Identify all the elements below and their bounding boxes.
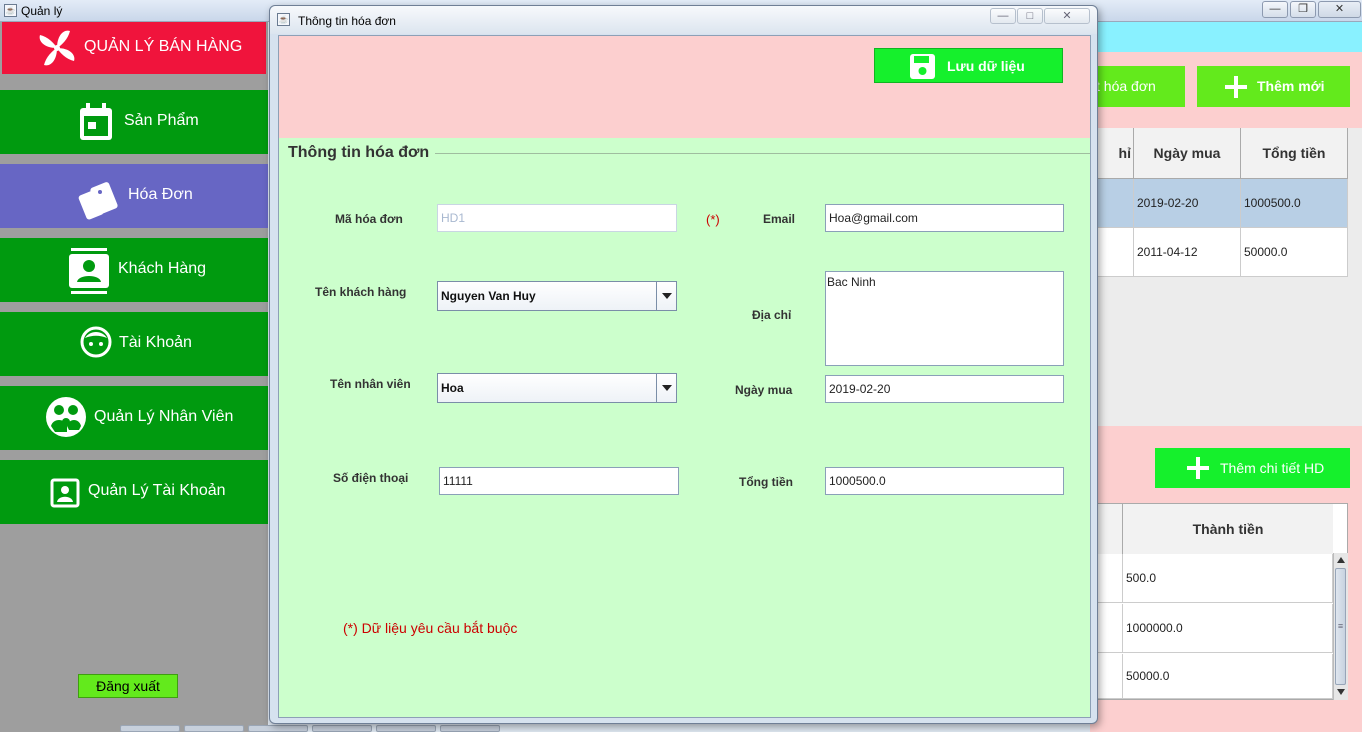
table-cell[interactable]: 50000.0: [1241, 228, 1348, 277]
table-header[interactable]: Tổng tiền: [1241, 128, 1348, 179]
phone-label: Số điện thoại: [333, 471, 409, 485]
chevron-down-icon[interactable]: [656, 374, 676, 402]
email-label: Email: [763, 212, 796, 226]
dialog-body: Lưu dữ liệu Thông tin hóa đơn Mã hóa đơn…: [278, 35, 1091, 718]
purchase-date-input[interactable]: 2019-02-20: [825, 375, 1064, 403]
table-header[interactable]: Ngày mua: [1134, 128, 1241, 179]
employee-name-label: Tên nhân viên: [330, 377, 411, 391]
sidebar-item-label: Hóa Đơn: [128, 186, 193, 203]
phone-input[interactable]: 11111: [439, 467, 679, 495]
taskbar-item[interactable]: [120, 725, 180, 732]
scroll-down-arrow-icon[interactable]: [1336, 688, 1346, 696]
purchase-date-label: Ngày mua: [735, 383, 793, 397]
brand-banner: QUẢN LÝ BÁN HÀNG: [2, 22, 266, 74]
employee-name-select[interactable]: Hoa: [437, 373, 677, 403]
java-app-icon: ☕: [4, 4, 17, 17]
add-invoice-detail-label: Thêm chi tiết HD: [1220, 460, 1325, 476]
main-minimize-button[interactable]: —: [1262, 1, 1288, 18]
table-cell[interactable]: 50000.0: [1123, 654, 1333, 699]
group-border: [429, 153, 1090, 154]
taskbar-item[interactable]: [376, 725, 436, 732]
invoice-detail-label: t hóa đơn: [1096, 78, 1156, 94]
required-note: (*) Dữ liệu yêu cầu bắt buộc: [343, 620, 518, 636]
scroll-up-arrow-icon[interactable]: [1336, 556, 1346, 564]
invoice-id-label: Mã hóa đơn: [335, 212, 403, 226]
add-invoice-detail-button[interactable]: Thêm chi tiết HD: [1155, 448, 1350, 488]
add-new-label: Thêm mới: [1257, 78, 1325, 94]
sidebar-item-manage-employees[interactable]: Quản Lý Nhân Viên: [0, 386, 268, 450]
save-button[interactable]: Lưu dữ liệu: [874, 48, 1063, 83]
main-close-button[interactable]: ✕: [1318, 1, 1361, 18]
sidebar-item-customers[interactable]: Khách Hàng: [0, 238, 268, 302]
taskbar-item[interactable]: [248, 725, 308, 732]
scrollbar-thumb[interactable]: ≡: [1335, 568, 1346, 685]
required-marker: (*): [706, 212, 720, 227]
invoice-id-input[interactable]: HD1: [437, 204, 677, 232]
account-box-icon: [50, 478, 80, 508]
dialog-titlebar[interactable]: ☕ Thông tin hóa đơn — □ ✕: [270, 6, 1097, 34]
sidebar-item-label: Quản Lý Nhân Viên: [94, 408, 234, 425]
smiley-face-icon: [80, 326, 112, 358]
sidebar-item-label: Quản Lý Tài Khoản: [88, 482, 226, 499]
table-cell[interactable]: 2011-04-12: [1134, 228, 1241, 277]
java-app-icon: ☕: [277, 13, 290, 26]
customer-name-label: Tên khách hàng: [315, 285, 407, 299]
invoice-table[interactable]: hỉ Ngày mua Tổng tiền 2019-02-20 1000500…: [1090, 128, 1362, 426]
table-cell[interactable]: 1000500.0: [1241, 179, 1348, 228]
dialog-minimize-button[interactable]: —: [990, 8, 1016, 24]
contact-card-icon: [69, 248, 109, 294]
table-cell[interactable]: 500.0: [1123, 554, 1333, 603]
chevron-down-icon[interactable]: [656, 282, 676, 310]
sidebar: QUẢN LÝ BÁN HÀNG Sản Phẩm Hóa Đơn Khách …: [0, 22, 268, 732]
employee-name-value: Hoa: [441, 381, 464, 395]
dialog-toolbar: Lưu dữ liệu: [279, 36, 1090, 138]
customer-name-value: Nguyen Van Huy: [441, 289, 536, 303]
address-textarea[interactable]: Bac Ninh: [825, 271, 1064, 366]
calendar-icon: [80, 103, 112, 140]
floppy-disk-icon: [910, 54, 935, 79]
email-input[interactable]: Hoa@gmail.com: [825, 204, 1064, 232]
save-button-label: Lưu dữ liệu: [947, 58, 1025, 74]
brand-title: QUẢN LÝ BÁN HÀNG: [84, 38, 243, 55]
main-maximize-button[interactable]: ❐: [1290, 1, 1316, 18]
main-window-title: Quản lý: [21, 4, 63, 18]
plus-icon: [1187, 457, 1209, 479]
table-header[interactable]: Thành tiền: [1123, 504, 1333, 555]
taskbar-item[interactable]: [184, 725, 244, 732]
group-title: Thông tin hóa đơn: [288, 144, 436, 162]
taskbar-item[interactable]: [440, 725, 500, 732]
pinwheel-logo-icon: [39, 30, 75, 66]
invoice-detail-table[interactable]: Thành tiền 500.0 1000000.0 50000.0: [1090, 503, 1348, 700]
add-new-button[interactable]: Thêm mới: [1197, 66, 1350, 107]
dialog-close-button[interactable]: ✕: [1044, 8, 1090, 24]
cards-icon: [78, 182, 118, 220]
sidebar-item-manage-accounts[interactable]: Quản Lý Tài Khoản: [0, 460, 268, 524]
logout-button[interactable]: Đăng xuất: [78, 674, 178, 698]
dialog-title: Thông tin hóa đơn: [298, 14, 396, 28]
dialog-maximize-button[interactable]: □: [1017, 8, 1043, 24]
sidebar-item-label: Tài Khoản: [119, 334, 192, 351]
total-input[interactable]: 1000500.0: [825, 467, 1064, 495]
sidebar-item-account[interactable]: Tài Khoản: [0, 312, 268, 376]
sidebar-item-invoices[interactable]: Hóa Đơn: [0, 164, 268, 228]
people-group-icon: [46, 397, 86, 437]
invoice-info-dialog: ☕ Thông tin hóa đơn — □ ✕ Lưu dữ liệu Th…: [269, 5, 1098, 724]
sidebar-item-products[interactable]: Sản Phẩm: [0, 90, 268, 154]
background-header-strip: [1090, 22, 1362, 52]
table-cell[interactable]: 1000000.0: [1123, 604, 1333, 653]
sidebar-item-label: Sản Phẩm: [124, 112, 199, 129]
total-label: Tổng tiền: [739, 475, 793, 489]
invoice-detail-button[interactable]: t hóa đơn: [1090, 66, 1185, 107]
sidebar-item-label: Khách Hàng: [118, 260, 207, 277]
plus-icon: [1225, 76, 1247, 98]
taskbar-item[interactable]: [312, 725, 372, 732]
customer-name-select[interactable]: Nguyen Van Huy: [437, 281, 677, 311]
table-cell[interactable]: 2019-02-20: [1134, 179, 1241, 228]
address-label: Địa chỉ: [752, 308, 792, 322]
